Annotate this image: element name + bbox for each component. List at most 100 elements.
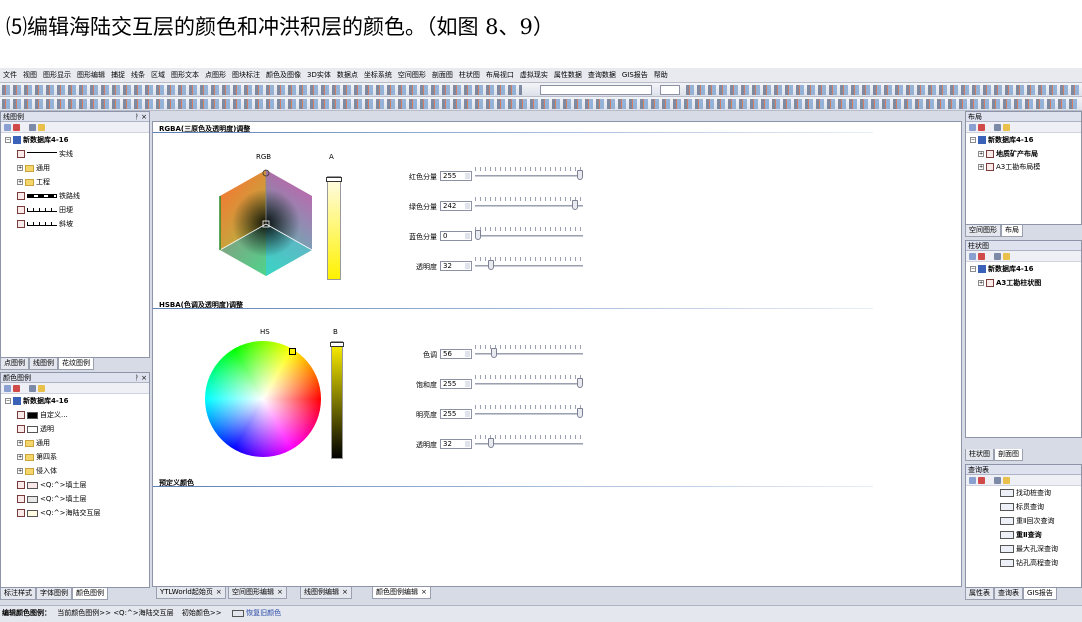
slider-track[interactable] — [475, 205, 583, 207]
brightness-bar[interactable] — [330, 341, 344, 459]
panel-tab[interactable]: GIS报告 — [1023, 588, 1057, 600]
menu-item[interactable]: 捕捉 — [108, 70, 128, 80]
value-spinbox[interactable]: 0 — [440, 231, 472, 241]
menu-item[interactable]: 文件 — [0, 70, 20, 80]
menu-item[interactable]: 点图形 — [202, 70, 229, 80]
close-icon[interactable]: × — [277, 588, 283, 596]
tree-node[interactable]: 实线 — [17, 149, 73, 159]
slider-thumb[interactable] — [577, 170, 583, 180]
expand-icon[interactable]: + — [17, 165, 23, 171]
document-tab[interactable]: 空间图形编辑 × — [228, 587, 287, 599]
menu-item[interactable]: 视图 — [20, 70, 40, 80]
tree-node[interactable]: + 工程 — [17, 177, 50, 187]
panel-tab[interactable]: 颜色图例 — [72, 588, 108, 600]
menu-item[interactable]: 坐标系统 — [361, 70, 395, 80]
tree-node[interactable]: + A3工勘柱状图 — [978, 278, 1041, 288]
menu-item[interactable]: 颜色及图像 — [263, 70, 304, 80]
size-combo[interactable] — [660, 85, 680, 95]
slider-thumb[interactable] — [487, 260, 494, 270]
tree-node[interactable]: 标贯查询 — [1000, 502, 1044, 512]
menu-item[interactable]: 属性数据 — [551, 70, 585, 80]
tree-node[interactable]: <Q:^>填土层 — [17, 480, 86, 490]
expand-icon[interactable]: + — [978, 151, 984, 157]
panel-toolbar[interactable] — [1, 122, 149, 133]
menu-item[interactable]: 图形显示 — [40, 70, 74, 80]
slider-thumb[interactable] — [475, 230, 481, 240]
menu-item[interactable]: 图块标注 — [229, 70, 263, 80]
value-spinbox[interactable]: 255 — [440, 409, 472, 419]
menu-item[interactable]: 剖面图 — [429, 70, 456, 80]
menu-item[interactable]: 查询数据 — [585, 70, 619, 80]
tree-node[interactable]: 自定义... — [17, 410, 68, 420]
value-spinbox[interactable]: 32 — [440, 261, 472, 271]
menu-item[interactable]: 3D实体 — [304, 70, 334, 80]
expand-icon[interactable]: − — [5, 398, 11, 404]
tree-node[interactable]: 最大孔深查询 — [1000, 544, 1058, 554]
close-icon[interactable]: × — [421, 588, 427, 596]
menu-item[interactable]: 区域 — [148, 70, 168, 80]
slider-thumb[interactable] — [577, 408, 583, 418]
restore-color-button[interactable]: 恢复旧颜色 — [231, 609, 281, 617]
tree-node[interactable]: + 地质矿产布局 — [978, 149, 1038, 159]
menu-item[interactable]: 线条 — [128, 70, 148, 80]
document-tab[interactable]: YTLWorld起始页 × — [156, 587, 226, 599]
tree-node[interactable]: 斜坡 — [17, 219, 73, 229]
expand-icon[interactable]: + — [17, 179, 23, 185]
panel-tab[interactable]: 标注样式 — [0, 588, 36, 600]
menu-item[interactable]: 图形编辑 — [74, 70, 108, 80]
expand-icon[interactable]: + — [17, 454, 23, 460]
hue-saturation-wheel[interactable] — [205, 341, 321, 457]
slider-thumb[interactable] — [487, 438, 494, 448]
tree-node[interactable]: + 通用 — [17, 163, 50, 173]
expand-icon[interactable]: + — [17, 468, 23, 474]
tree-node[interactable]: + 通用 — [17, 438, 50, 448]
tree-node[interactable]: 透明 — [17, 424, 54, 434]
expand-icon[interactable]: − — [5, 137, 11, 143]
slider-track[interactable] — [475, 413, 583, 415]
expand-icon[interactable]: + — [978, 164, 984, 170]
panel-toolbar[interactable] — [966, 251, 1081, 262]
menu-item[interactable]: 空间图形 — [395, 70, 429, 80]
panel-tab[interactable]: 花纹图例 — [58, 358, 94, 370]
menu-item[interactable]: 帮助 — [651, 70, 671, 80]
slider-thumb[interactable] — [571, 200, 578, 210]
slider-track[interactable] — [475, 383, 583, 385]
hs-handle[interactable] — [289, 348, 296, 355]
slider-track[interactable] — [475, 175, 583, 177]
tree-node[interactable]: 田埂 — [17, 205, 73, 215]
close-icon[interactable]: × — [216, 588, 222, 596]
tree-root[interactable]: − 新数据库4-16 — [5, 396, 69, 406]
tree-node[interactable]: + 第四系 — [17, 452, 57, 462]
alpha-bar-handle[interactable] — [326, 177, 342, 182]
panel-toolbar[interactable] — [1, 383, 149, 394]
panel-tab[interactable]: 字体图例 — [36, 588, 72, 600]
menu-item[interactable]: 虚拟现实 — [517, 70, 551, 80]
close-icon[interactable]: × — [342, 588, 348, 596]
panel-tab[interactable]: 查询表 — [994, 588, 1023, 600]
value-spinbox[interactable]: 56 — [440, 349, 472, 359]
tree-root[interactable]: − 新数据库4-16 — [970, 135, 1034, 145]
tree-node[interactable]: <Q:^>海陆交互层 — [17, 508, 100, 518]
panel-toolbar[interactable] — [966, 122, 1081, 133]
tree-node[interactable]: 重Ⅱ回次查询 — [1000, 516, 1054, 526]
panel-toolbar[interactable] — [966, 475, 1081, 486]
layer-combo[interactable] — [540, 85, 652, 95]
menu-item[interactable]: GIS报告 — [619, 70, 651, 80]
tree-node[interactable]: 重Ⅱ查询 — [1000, 530, 1042, 540]
toolbar-row-1[interactable] — [0, 83, 1082, 97]
close-icon[interactable]: ᚹ × — [135, 112, 147, 122]
expand-icon[interactable]: + — [17, 440, 23, 446]
expand-icon[interactable]: − — [970, 266, 976, 272]
expand-icon[interactable]: + — [978, 280, 984, 286]
slider-thumb[interactable] — [577, 378, 583, 388]
tree-root[interactable]: − 新数据库4-16 — [970, 264, 1034, 274]
value-spinbox[interactable]: 255 — [440, 171, 472, 181]
value-spinbox[interactable]: 32 — [440, 439, 472, 449]
slider-thumb[interactable] — [490, 348, 497, 358]
panel-tab[interactable]: 空间图形 — [965, 225, 1001, 237]
rgb-cube-picker[interactable] — [218, 168, 314, 278]
panel-tab[interactable]: 剖面图 — [994, 449, 1023, 461]
panel-tab[interactable]: 属性表 — [965, 588, 994, 600]
toolbar-row-2[interactable] — [0, 97, 1082, 111]
expand-icon[interactable]: − — [970, 137, 976, 143]
